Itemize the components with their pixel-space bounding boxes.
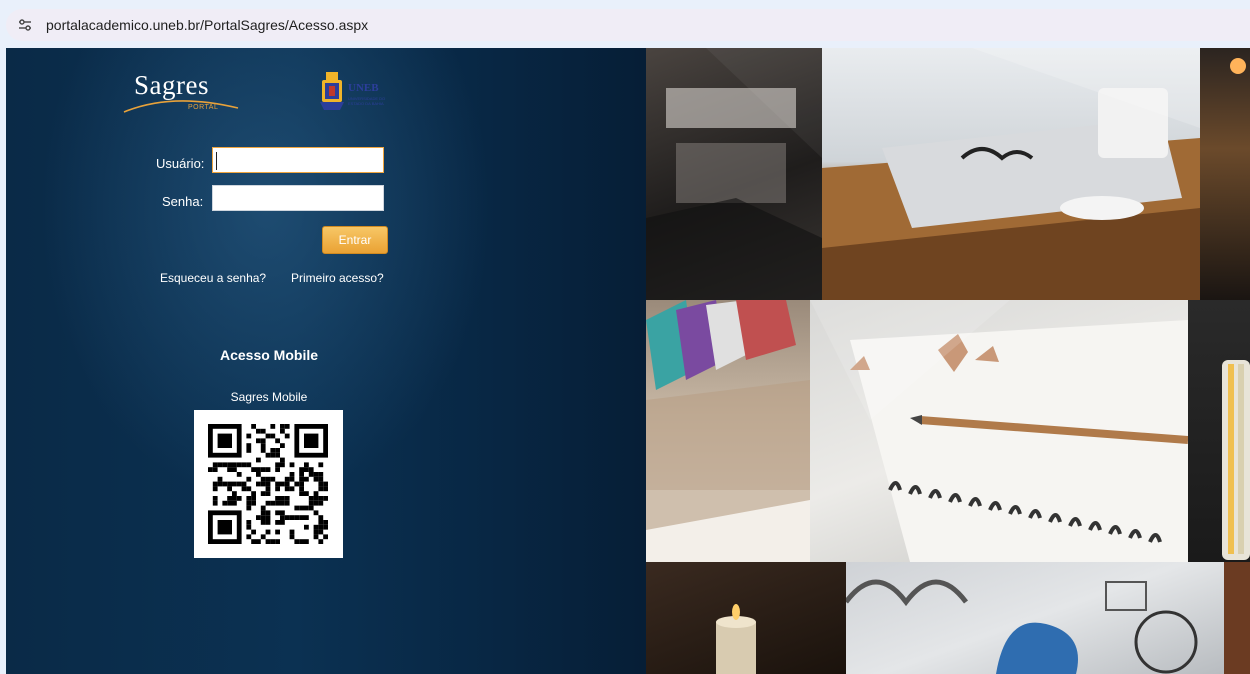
mobile-access-title: Acesso Mobile xyxy=(219,347,319,363)
text-caret xyxy=(216,152,217,170)
photo-tile-books xyxy=(646,300,810,562)
login-panel: Sagres PORTAL UNEB UNIVERSIDADE DO ESTAD… xyxy=(6,48,646,674)
sagres-mobile-caption: Sagres Mobile xyxy=(230,390,308,404)
uneb-logo: UNEB UNIVERSIDADE DO ESTADO DA BAHIA xyxy=(320,70,400,118)
url-text[interactable]: portalacademico.uneb.br/PortalSagres/Ace… xyxy=(46,17,368,33)
photo-tile-lamp xyxy=(1200,48,1250,300)
uneb-logo-name: UNEB xyxy=(348,82,379,94)
photo-tile-bookshelf xyxy=(646,48,822,300)
tune-icon[interactable] xyxy=(18,18,32,32)
qr-code-icon[interactable] xyxy=(194,410,343,558)
photo-collage xyxy=(646,48,1250,674)
forgot-password-link[interactable]: Esqueceu a senha? xyxy=(160,271,266,285)
password-input[interactable] xyxy=(212,185,384,211)
sagres-logo-title: Sagres xyxy=(134,70,209,100)
photo-tile-notebook-pencil xyxy=(810,300,1188,562)
first-access-link[interactable]: Primeiro acesso? xyxy=(291,271,384,285)
url-field[interactable]: portalacademico.uneb.br/PortalSagres/Ace… xyxy=(6,9,1250,41)
photo-tile-sketch xyxy=(846,562,1224,674)
sagres-logo-subtitle: PORTAL xyxy=(188,104,219,111)
sagres-portal-logo: Sagres PORTAL xyxy=(122,70,242,118)
photo-tile-desk-laptop xyxy=(822,48,1200,300)
qr-code-graphic xyxy=(208,424,328,544)
uneb-crest-icon xyxy=(320,72,344,110)
photo-tile-pencils xyxy=(1188,300,1250,562)
password-label: Senha: xyxy=(162,194,204,209)
user-input[interactable] xyxy=(212,147,384,173)
entrar-button[interactable]: Entrar xyxy=(322,226,388,254)
photo-tile-edge xyxy=(1224,562,1250,674)
uneb-logo-subtitle: UNIVERSIDADE DO ESTADO DA BAHIA xyxy=(348,96,386,106)
browser-address-bar: portalacademico.uneb.br/PortalSagres/Ace… xyxy=(0,0,1250,48)
photo-tile-candle xyxy=(646,562,846,674)
user-label: Usuário: xyxy=(156,156,205,171)
